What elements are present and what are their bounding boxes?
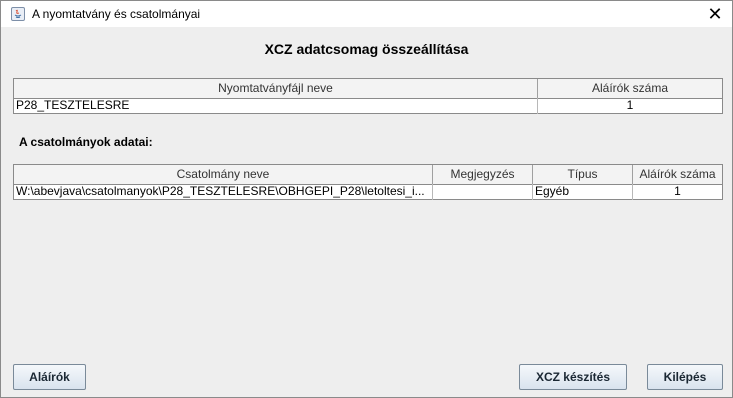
column-header-signer-count[interactable]: Aláírók száma [633,165,722,184]
create-xcz-button[interactable]: XCZ készítés [519,364,627,390]
column-header-comment[interactable]: Megjegyzés [433,165,533,184]
table-row[interactable]: P28_TESZTELESRE 1 [14,98,722,114]
column-header-form-file-name[interactable]: Nyomtatványfájl neve [14,79,538,98]
table-row[interactable]: W:\abevjava\csatolmanyok\P28_TESZTELESRE… [14,184,722,200]
column-header-signer-count[interactable]: Aláírók száma [538,79,722,98]
type-cell[interactable]: Egyéb [533,184,633,200]
column-header-type[interactable]: Típus [533,165,633,184]
table-header: Csatolmány neve Megjegyzés Típus Aláírók… [14,165,722,185]
table-header: Nyomtatványfájl neve Aláírók száma [14,79,722,99]
java-app-icon [11,7,25,21]
window-title: A nyomtatvány és csatolmányai [32,7,201,21]
signer-count-cell[interactable]: 1 [538,98,722,114]
signer-count-cell[interactable]: 1 [633,184,722,200]
attachments-table[interactable]: Csatolmány neve Megjegyzés Típus Aláírók… [13,164,723,200]
form-file-table[interactable]: Nyomtatványfájl neve Aláírók száma P28_T… [13,78,723,114]
title-bar: A nyomtatvány és csatolmányai ✕ [1,1,732,27]
exit-button[interactable]: Kilépés [647,364,723,390]
column-header-attachment-name[interactable]: Csatolmány neve [14,165,433,184]
attachments-section-label: A csatolmányok adatai: [19,135,153,149]
form-file-name-cell[interactable]: P28_TESZTELESRE [14,98,538,114]
close-icon[interactable]: ✕ [698,1,732,27]
signers-button[interactable]: Aláírók [13,364,86,390]
comment-cell[interactable] [433,184,533,200]
page-title: XCZ adatcsomag összeállítása [264,41,469,57]
dialog-window: A nyomtatvány és csatolmányai ✕ XCZ adat… [0,0,733,398]
attachment-name-cell[interactable]: W:\abevjava\csatolmanyok\P28_TESZTELESRE… [14,184,433,200]
